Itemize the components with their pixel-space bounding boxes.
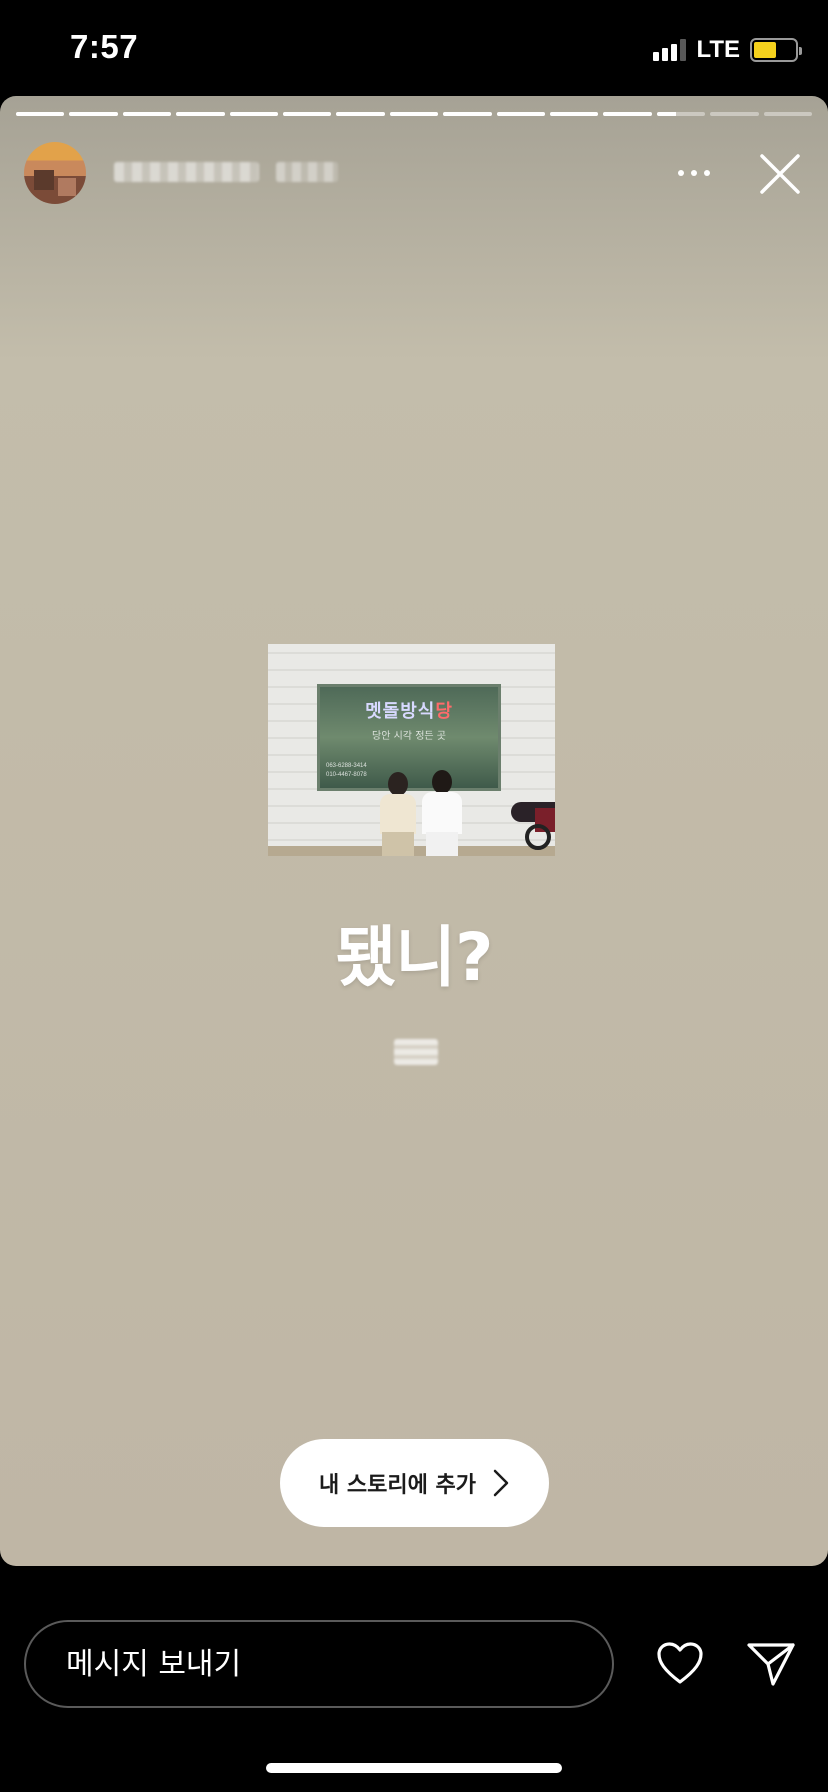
- story-progress-segment: [496, 112, 546, 116]
- scooter: [501, 784, 555, 850]
- send-icon[interactable]: [746, 1640, 796, 1688]
- network-label: LTE: [696, 36, 740, 63]
- story-progress-segment: [603, 112, 652, 116]
- story-header: [24, 138, 812, 208]
- heart-icon[interactable]: [656, 1640, 704, 1688]
- message-input[interactable]: [24, 1620, 614, 1708]
- story-progress-segment: [443, 112, 492, 116]
- status-indicators: LTE: [653, 36, 802, 64]
- story-progress-segment: [69, 112, 118, 116]
- story-card[interactable]: 멧돌방식당 당안 시각 정든 곳 063-6288-3414 010-4467-…: [0, 96, 828, 1566]
- story-progress-segment: [283, 112, 332, 116]
- signal-icon: [653, 39, 687, 61]
- status-bar: 7:57 LTE: [0, 0, 828, 96]
- story-progress-segment: [16, 112, 65, 116]
- story-photo: 멧돌방식당 당안 시각 정든 곳 063-6288-3414 010-4467-…: [268, 644, 555, 856]
- close-icon[interactable]: [758, 152, 802, 196]
- chevron-right-icon: [493, 1469, 509, 1497]
- battery-icon: [750, 38, 802, 62]
- photo-sign: 멧돌방식당: [320, 697, 498, 723]
- blurred-caption: [394, 1039, 438, 1065]
- story-progress-segment: [336, 112, 385, 116]
- story-text: 됐니?: [335, 919, 494, 996]
- story-progress-segment: [710, 112, 759, 116]
- more-icon[interactable]: [674, 158, 714, 188]
- sign-text: 멧돌방식: [365, 701, 436, 722]
- photo-subtext: 당안 시각 정든 곳: [372, 731, 446, 742]
- story-progress-segment: [763, 112, 813, 116]
- story-progress-segment: [389, 112, 439, 116]
- story-progress-segment: [229, 112, 279, 116]
- posted-time: [276, 162, 338, 182]
- story-progress-segment: [122, 112, 172, 116]
- story-progress-segment: [176, 112, 225, 116]
- status-time: 7:57: [70, 28, 139, 65]
- person-figure: [420, 770, 464, 856]
- username[interactable]: [114, 162, 259, 182]
- person-figure: [378, 772, 418, 856]
- photo-phone-numbers: 063-6288-3414 010-4467-8078: [326, 762, 367, 780]
- phone-line: 010-4467-8078: [326, 772, 367, 778]
- add-to-story-button[interactable]: 내 스토리에 추가: [280, 1439, 549, 1527]
- home-indicator[interactable]: [266, 1763, 562, 1773]
- add-to-story-label: 내 스토리에 추가: [319, 1473, 476, 1498]
- sign-text-red: 당: [435, 701, 453, 722]
- avatar[interactable]: [24, 142, 86, 204]
- story-progress-segment: [550, 112, 599, 116]
- story-progress-segment: [656, 112, 706, 116]
- story-progress-bars: [16, 112, 813, 116]
- phone-line: 063-6288-3414: [326, 763, 367, 769]
